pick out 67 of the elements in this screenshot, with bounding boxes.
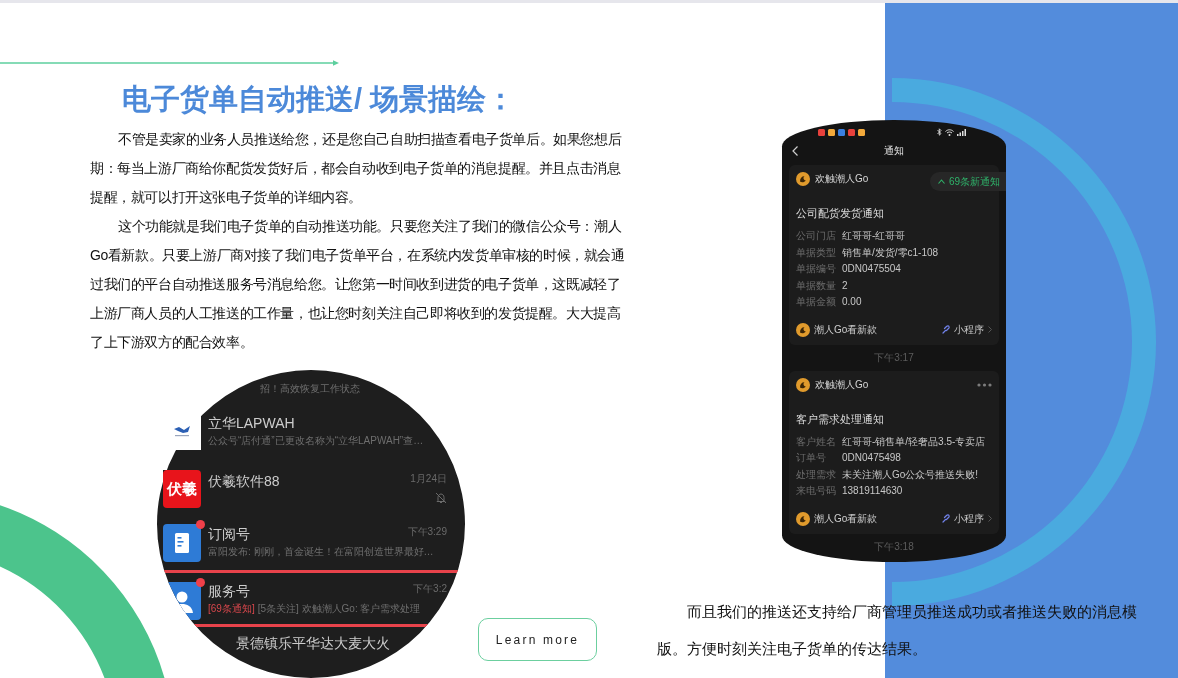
account-name: 潮人Go看新款	[814, 322, 878, 337]
field-label: 来电号码	[796, 484, 837, 498]
chat-list-item[interactable]: 伏羲 伏羲软件88 1月24日	[157, 463, 465, 516]
more-icon[interactable]	[977, 382, 992, 387]
notice-count: [69条通知]	[208, 602, 255, 615]
sender-name: 欢触潮人Go	[815, 377, 869, 392]
chat-list-item[interactable]: 订阅号 下午3:29 富阳发布: 刚刚，首金诞生！在富阳创造世界最好…	[157, 516, 465, 570]
field-label: 单据类型	[796, 245, 837, 260]
notice-heading: 客户需求处理通知	[796, 411, 885, 426]
message-preview: [5条关注] 欢触潮人Go: 客户需求处理	[257, 602, 421, 615]
new-notice-pill[interactable]: 69条新通知	[929, 172, 1006, 191]
chat-list-item[interactable]: 服务号 下午3:2 [69条通知] [5条关注] 欢触潮人Go: 客户需求处理	[157, 570, 465, 627]
chevron-right-icon	[988, 515, 992, 522]
sender-name: 欢触潮人Go	[815, 172, 869, 186]
page-title: 电子货单自动推送/ 场景描绘：	[122, 82, 517, 117]
body-paragraph: 这个功能就是我们电子货单的自动推送功能。只要您关注了我们的微信公众号：潮人Go看新款。只要上游厂商对接了我们电子货单平台，在系统内发货单审核的时候，就会通过我们的平台自动推送服务号消息给您。让您第一时间收到进货的电子货单，这既减轻了上游厂商人员的人工推送的工作量，也让您时刻关注自己即将收到的发货提醒。大大提高了上下游双方的配合效率。	[90, 217, 626, 352]
message-time: 下午3:29	[407, 525, 447, 538]
message-preview: 招！高效恢复工作状态	[260, 382, 360, 395]
field-label: 单据编号	[796, 262, 837, 276]
chat-list-item[interactable]: 景德镇乐平华达大麦大火	[157, 627, 465, 678]
chat-name: 服务号	[208, 582, 250, 600]
message-time: 1月24日	[410, 472, 447, 485]
account-name: 潮人Go看新款	[814, 511, 878, 526]
message-time: 下午3:2	[413, 582, 447, 595]
brand-logo-icon	[796, 322, 810, 337]
field-value: 0DN0475504	[842, 262, 901, 276]
field-value: 2	[842, 278, 848, 293]
document-icon	[163, 524, 201, 562]
link-icon	[942, 514, 950, 523]
brand-logo-icon	[796, 172, 810, 186]
caret-up-icon	[937, 179, 945, 184]
chat-name: 伏羲软件88	[208, 472, 280, 490]
chat-name: 订阅号	[208, 525, 250, 543]
mini-program-link[interactable]: 小程序	[954, 511, 984, 526]
message-preview: 公众号“店付通”已更改名称为“立华LAPWAH”查…	[208, 434, 424, 447]
field-label: 单据金额	[796, 295, 837, 309]
bluetooth-icon	[937, 128, 942, 136]
message-preview: 富阳发布: 刚刚，首金诞生！在富阳创造世界最好…	[208, 545, 434, 558]
brand-logo-icon	[796, 377, 810, 392]
field-value: 红哥哥-红哥哥	[842, 229, 906, 243]
logo-tile: 伏羲	[163, 470, 201, 508]
field-label: 处理需求	[796, 467, 837, 482]
field-label: 公司门店	[796, 229, 837, 243]
field-label: 单据数量	[796, 278, 837, 293]
field-value: 0DN0475498	[842, 451, 901, 465]
field-value: 红哥哥-销售单/轻奢品3.5-专卖店	[842, 434, 986, 449]
link-icon	[942, 325, 950, 334]
chat-name: 立华LAPWAH	[208, 414, 295, 432]
field-label: 客户姓名	[796, 434, 837, 449]
signal-icon	[957, 128, 966, 136]
chevron-right-icon	[988, 326, 992, 333]
notice-count: 69条新通知	[948, 175, 1000, 188]
field-value: 0.00	[842, 295, 862, 309]
notice-heading: 公司配货发货通知	[796, 206, 885, 220]
field-label: 订单号	[796, 451, 827, 465]
learn-more-button[interactable]: Learn more	[478, 618, 597, 661]
wifi-icon	[945, 128, 954, 136]
field-value: 销售单/发货/零c1-108	[842, 245, 939, 260]
back-icon[interactable]	[792, 146, 798, 156]
field-value: 13819114630	[842, 484, 903, 498]
chat-name: 景德镇乐平华达大麦大火	[236, 634, 390, 652]
brand-logo-icon	[796, 511, 810, 526]
field-value: 未关注潮人Go公众号推送失败!	[842, 467, 979, 482]
body-paragraph: 不管是卖家的业务人员推送给您，还是您自己自助扫描查看电子货单后。如果您想后期：每当上游厂商给你配货发货好后，都会自动收到电子货单的消息提醒。并且点击消息提醒，就可以打开这张电子货单的详细内容。	[90, 130, 623, 207]
chat-list-item[interactable]: 立华LAPWAH 公众号“店付通”已更改名称为“立华LAPWAH”查…	[157, 405, 465, 463]
screen-title: 通知	[884, 144, 904, 158]
mini-program-link[interactable]: 小程序	[954, 322, 984, 337]
